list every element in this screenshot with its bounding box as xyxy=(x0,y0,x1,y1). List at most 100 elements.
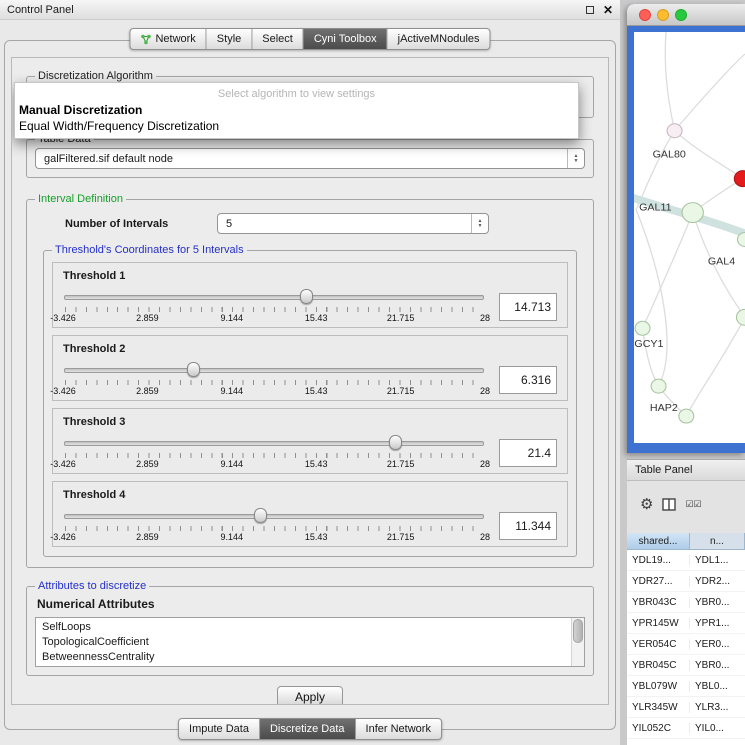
threshold-2-slider[interactable] xyxy=(63,362,485,378)
cell[interactable]: YDL1... xyxy=(690,555,745,566)
node-circle[interactable] xyxy=(667,124,682,138)
threshold-1-slider-thumb[interactable] xyxy=(300,289,313,304)
select-columns-icon[interactable]: ☑☑ xyxy=(685,499,701,510)
cell[interactable]: YER054C xyxy=(627,639,690,650)
tick-label: 21.715 xyxy=(387,459,415,469)
table-row[interactable]: YIL052CYIL0... xyxy=(627,718,745,739)
threshold-2-value-field[interactable]: 6.316 xyxy=(499,366,557,394)
slider-track xyxy=(64,441,484,446)
table-row[interactable]: YDL19...YDL1... xyxy=(627,550,745,571)
node-circle[interactable] xyxy=(736,309,745,325)
table-data-combobox[interactable]: galFiltered.sif default node ▲▼ xyxy=(35,148,585,169)
cell[interactable]: YBR045C xyxy=(627,660,690,671)
tick-label: 15.43 xyxy=(305,532,328,542)
threshold-3-value-field[interactable]: 21.4 xyxy=(499,439,557,467)
dropdown-option-manual-discretization[interactable]: Manual Discretization xyxy=(15,102,578,118)
threshold-4-slider[interactable] xyxy=(63,508,485,524)
tab-impute-data-label: Impute Data xyxy=(189,723,249,735)
list-item-betweennesscentrality[interactable]: BetweennessCentrality xyxy=(42,650,568,665)
threshold-4-value-field[interactable]: 11.344 xyxy=(499,512,557,540)
cell[interactable]: YLR3... xyxy=(690,702,745,713)
tab-cyni-toolbox[interactable]: Cyni Toolbox xyxy=(303,29,387,49)
list-scrollbar[interactable] xyxy=(571,618,584,666)
table-row[interactable]: YDR27...YDR2... xyxy=(627,571,745,592)
threshold-1-value-field[interactable]: 14.713 xyxy=(499,293,557,321)
cell[interactable]: YDR27... xyxy=(627,576,690,587)
cell[interactable]: YER0... xyxy=(690,639,745,650)
cell[interactable]: YIL0... xyxy=(690,723,745,734)
table-panel-title: Table Panel xyxy=(635,464,693,476)
threshold-1-label: Threshold 1 xyxy=(63,270,557,282)
slider-ticks xyxy=(65,307,483,312)
column-header-shared[interactable]: shared... xyxy=(627,533,690,550)
attributes-group-legend: Attributes to discretize xyxy=(35,580,149,592)
table-settings-gear-icon[interactable]: ⚙ xyxy=(640,497,653,512)
close-panel-icon[interactable]: ✕ xyxy=(603,4,613,16)
tick-label: 15.43 xyxy=(305,459,328,469)
combobox-stepper-icon: ▲▼ xyxy=(471,214,488,233)
slider-ticks xyxy=(65,526,483,531)
cell[interactable]: YIL052C xyxy=(627,723,690,734)
node-circle[interactable] xyxy=(679,409,694,423)
app-screen: Control Panel ✕ Network xyxy=(0,0,745,745)
table-row[interactable]: YER054CYER0... xyxy=(627,634,745,655)
list-item-topologicalcoefficient[interactable]: TopologicalCoefficient xyxy=(42,635,568,650)
threshold-2-slider-thumb[interactable] xyxy=(187,362,200,377)
list-scrollbar-thumb[interactable] xyxy=(573,619,583,643)
cell[interactable]: YBL0... xyxy=(690,681,745,692)
zoom-window-icon[interactable] xyxy=(675,9,687,21)
tick-label: -3.426 xyxy=(50,459,76,469)
tab-impute-data[interactable]: Impute Data xyxy=(179,719,259,739)
cell[interactable]: YBR043C xyxy=(627,597,690,608)
network-window-titlebar[interactable] xyxy=(627,4,745,26)
interval-definition-group: Interval Definition Number of Intervals … xyxy=(26,193,594,568)
network-canvas[interactable]: GAL80 GAL11 GAL4 GCY1 HAP2 xyxy=(634,32,745,443)
tab-style[interactable]: Style xyxy=(206,29,251,49)
threshold-3-slider-thumb[interactable] xyxy=(389,435,402,450)
threshold-3-slider[interactable] xyxy=(63,435,485,451)
tab-select[interactable]: Select xyxy=(251,29,303,49)
tab-network[interactable]: Network xyxy=(130,29,205,49)
node-circle[interactable] xyxy=(651,379,666,393)
discretization-algorithm-legend: Discretization Algorithm xyxy=(35,70,156,82)
node-circle[interactable] xyxy=(682,203,703,223)
tab-discretize-data[interactable]: Discretize Data xyxy=(259,719,355,739)
cell[interactable]: YLR345W xyxy=(627,702,690,713)
attributes-group: Attributes to discretize Numerical Attri… xyxy=(26,580,594,676)
column-selector-icon[interactable] xyxy=(662,498,676,511)
float-panel-icon[interactable] xyxy=(586,6,594,14)
table-row[interactable]: YBR045CYBR0... xyxy=(627,655,745,676)
table-row[interactable]: YLR345WYLR3... xyxy=(627,697,745,718)
threshold-4-slider-thumb[interactable] xyxy=(254,508,267,523)
table-row[interactable]: YBL079WYBL0... xyxy=(627,676,745,697)
dropdown-option-equal-width[interactable]: Equal Width/Frequency Discretization xyxy=(15,118,578,134)
tick-label: 21.715 xyxy=(387,386,415,396)
algorithm-dropdown-list: Select algorithm to view settings Manual… xyxy=(14,82,579,139)
cell[interactable]: YPR145W xyxy=(627,618,690,629)
cell[interactable]: YDL19... xyxy=(627,555,690,566)
number-of-intervals-combobox[interactable]: 5 ▲▼ xyxy=(217,213,489,234)
apply-button[interactable]: Apply xyxy=(277,686,343,705)
cell[interactable]: YDR2... xyxy=(690,576,745,587)
numerical-attributes-list[interactable]: SelfLoops TopologicalCoefficient Between… xyxy=(35,617,585,667)
slider-ticks xyxy=(65,453,483,458)
tick-label: 9.144 xyxy=(221,532,244,542)
tab-jactivemnodules[interactable]: jActiveMNodules xyxy=(387,29,490,49)
node-circle[interactable] xyxy=(635,321,650,335)
node-label-gal4: GAL4 xyxy=(708,257,736,268)
minimize-window-icon[interactable] xyxy=(657,9,669,21)
table-row[interactable]: YBR043CYBR0... xyxy=(627,592,745,613)
cell[interactable]: YBR0... xyxy=(690,660,745,671)
table-row[interactable]: YPR145WYPR1... xyxy=(627,613,745,634)
threshold-1-slider[interactable] xyxy=(63,289,485,305)
column-header-name[interactable]: n... xyxy=(690,533,745,550)
selected-node-circle[interactable] xyxy=(734,171,745,187)
close-window-icon[interactable] xyxy=(639,9,651,21)
cell[interactable]: YPR1... xyxy=(690,618,745,629)
node-attribute-table: shared... n... YDL19...YDL1... YDR27...Y… xyxy=(627,533,745,745)
tick-label: 2.859 xyxy=(136,386,159,396)
cell[interactable]: YBR0... xyxy=(690,597,745,608)
cell[interactable]: YBL079W xyxy=(627,681,690,692)
list-item-selfloops[interactable]: SelfLoops xyxy=(42,620,568,635)
tab-infer-network[interactable]: Infer Network xyxy=(355,719,441,739)
